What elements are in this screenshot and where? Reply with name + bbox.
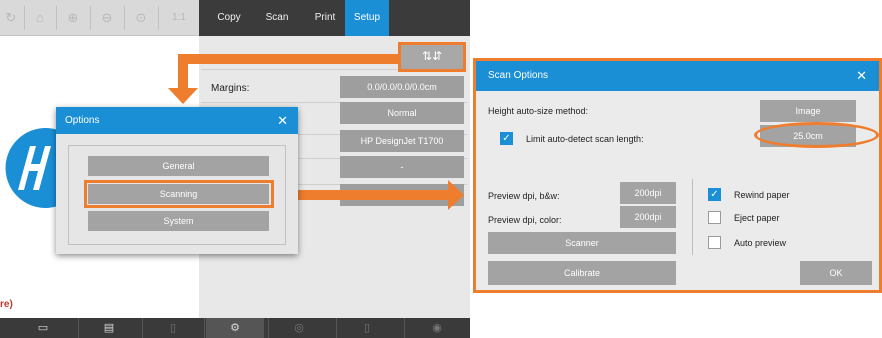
general-button[interactable]: General [88, 156, 269, 176]
tab-setup[interactable]: Setup [345, 0, 389, 36]
hp-logo [5, 128, 58, 208]
bottom-bar: ▭ ▤ ▯ ⚙ ◎ ▯ ◉ [0, 318, 470, 338]
disc-icon[interactable]: ◎ [270, 318, 328, 338]
scanner-button[interactable]: Scanner [488, 232, 676, 254]
gear-icon[interactable]: ⚙ [206, 318, 264, 338]
scan-options-dialog: Scan Options ✕ Height auto-size method: … [473, 58, 882, 293]
view-toolbar: ↻ ⌂ ⊕ ⊖ ⊙ 1:1 [0, 0, 199, 36]
height-auto-size-button[interactable]: Image [760, 100, 856, 122]
toolbar-divider [124, 6, 125, 30]
bottom-divider [404, 318, 405, 338]
connector-horizontal [178, 54, 400, 64]
tab-scan[interactable]: Scan [255, 0, 299, 36]
height-auto-size-label: Height auto-size method: [488, 106, 589, 116]
quality-value-button[interactable]: Normal [340, 102, 464, 124]
bottom-divider [142, 318, 143, 338]
bottom-divider [268, 318, 269, 338]
empty-value-button[interactable]: - [340, 156, 464, 178]
preview-dpi-bw-button[interactable]: 200dpi [620, 182, 676, 204]
tab-print[interactable]: Print [303, 0, 347, 36]
toolbar-divider [158, 6, 159, 30]
toolbar-divider [24, 6, 25, 30]
connector-to-scan-options [272, 190, 450, 200]
highlight-settings-button [398, 42, 466, 72]
eject-paper-checkbox[interactable] [708, 211, 721, 224]
close-icon[interactable]: ✕ [856, 61, 867, 91]
preview-dpi-bw-label: Preview dpi, b&w: [488, 191, 560, 201]
rewind-paper-checkbox[interactable]: ✓ [708, 188, 721, 201]
document-icon[interactable]: ▯ [144, 318, 202, 338]
folder-icon[interactable]: ▭ [14, 318, 72, 338]
status-message: re) [0, 299, 13, 310]
tab-copy[interactable]: Copy [207, 0, 251, 36]
eject-paper-label: Eject paper [734, 213, 780, 223]
limit-scan-length-label: Limit auto-detect scan length: [526, 134, 644, 144]
connector-arrow-right [448, 180, 464, 210]
options-dialog-title: Options [56, 107, 298, 134]
file-icon[interactable]: ▯ [338, 318, 396, 338]
connector-arrow-down [168, 88, 198, 104]
auto-preview-checkbox[interactable] [708, 236, 721, 249]
printer-value-button[interactable]: HP DesignJet T1700 [340, 130, 464, 152]
zoom-actual-size-button[interactable]: 1:1 [166, 9, 192, 27]
highlight-scan-length [754, 122, 879, 148]
home-icon[interactable]: ⌂ [31, 9, 49, 27]
printer-queue-icon[interactable]: ▤ [80, 318, 138, 338]
preview-dpi-color-label: Preview dpi, color: [488, 215, 562, 225]
system-button[interactable]: System [88, 211, 269, 231]
rewind-paper-label: Rewind paper [734, 190, 790, 200]
toolbar-divider [56, 6, 57, 30]
calibrate-button[interactable]: Calibrate [488, 261, 676, 285]
margins-label: Margins: [211, 83, 250, 94]
preview-dpi-color-button[interactable]: 200dpi [620, 206, 676, 228]
tab-bar: Copy Scan Print Setup [199, 0, 470, 36]
auto-preview-label: Auto preview [734, 238, 787, 248]
margins-value-button[interactable]: 0.0/0.0/0.0/0.0cm [340, 76, 464, 98]
bottom-divider [78, 318, 79, 338]
arrow-icon[interactable]: ↻ [2, 9, 20, 27]
scan-icon[interactable]: ◉ [408, 318, 466, 338]
highlight-scanning-button [84, 180, 274, 208]
zoom-out-icon[interactable]: ⊖ [98, 9, 116, 27]
bottom-divider [336, 318, 337, 338]
scan-options-title: Scan Options [476, 61, 879, 91]
connector-vertical [178, 54, 188, 92]
limit-scan-length-checkbox[interactable]: ✓ [500, 132, 513, 145]
zoom-in-icon[interactable]: ⊕ [64, 9, 82, 27]
section-divider [692, 179, 693, 255]
zoom-fit-icon[interactable]: ⊙ [132, 9, 150, 27]
close-icon[interactable]: ✕ [277, 107, 288, 134]
ok-button[interactable]: OK [800, 261, 872, 285]
bottom-divider [204, 318, 205, 338]
toolbar-divider [90, 6, 91, 30]
